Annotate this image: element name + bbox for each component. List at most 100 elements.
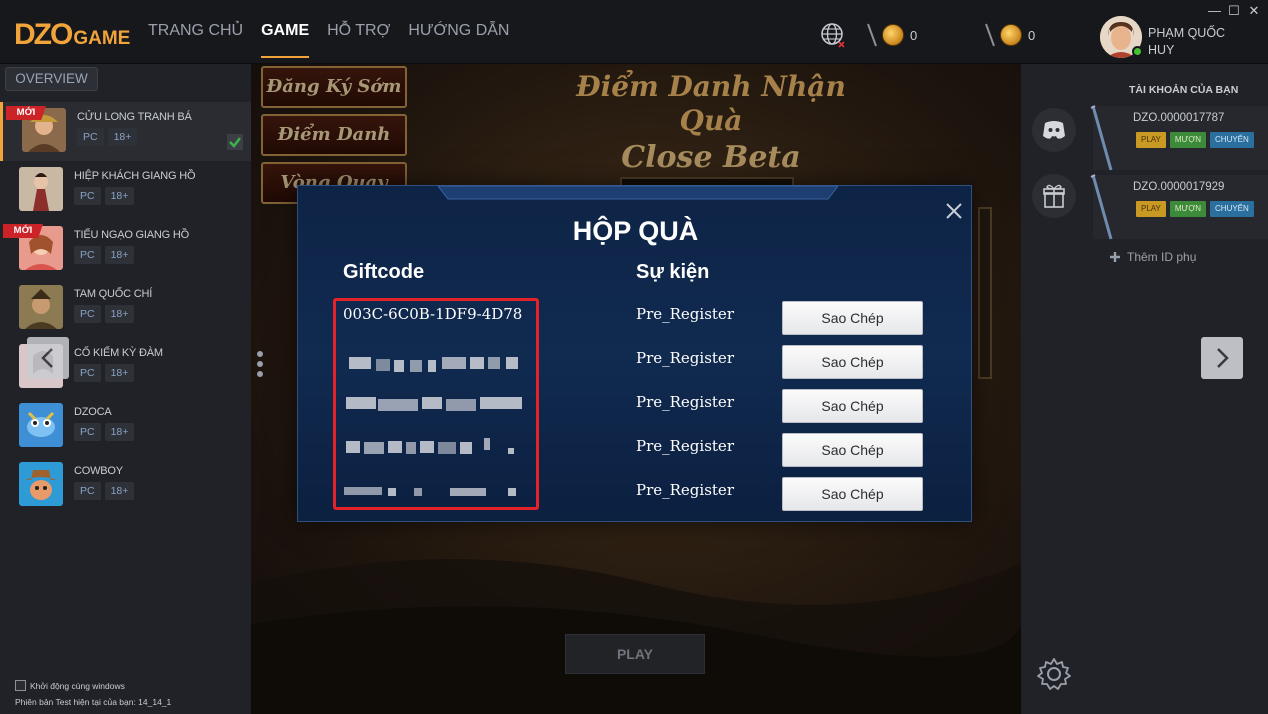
giftcode-column-header: Giftcode <box>343 261 425 283</box>
game-item-hiep-khach-giang-ho[interactable]: HIỆP KHÁCH GIANG HỒ PC 18+ <box>0 161 251 220</box>
game-tags: PC 18+ <box>77 128 138 146</box>
platform-tag: PC <box>74 423 101 441</box>
nav-guide[interactable]: HƯỚNG DẪN <box>408 22 509 50</box>
platform-tag: PC <box>77 128 104 146</box>
account-transfer-button[interactable]: CHUYỂN <box>1210 132 1254 148</box>
coin-value: 0 <box>910 27 918 43</box>
platform-tag: PC <box>74 246 101 264</box>
age-tag: 18+ <box>104 423 135 441</box>
game-tags: PC 18+ <box>74 246 135 264</box>
language-globe-icon[interactable] <box>820 22 846 48</box>
age-tag: 18+ <box>104 305 135 323</box>
age-tag: 18+ <box>107 128 138 146</box>
platform-tag: PC <box>74 187 101 205</box>
installed-check-icon <box>227 134 243 150</box>
more-options-icon[interactable] <box>256 350 264 378</box>
account-transfer-button[interactable]: CHUYỂN <box>1210 201 1254 217</box>
dzogame-logo[interactable]: DZO GAME <box>14 14 130 50</box>
carousel-next-button[interactable] <box>1201 337 1243 379</box>
game-name: HIỆP KHÁCH GIANG HỒ <box>74 170 196 182</box>
game-name: CỬU LONG TRANH BÁ <box>77 111 192 123</box>
plus-icon <box>1110 252 1120 262</box>
game-name: CỔ KIẾM KỲ ĐÀM <box>74 347 163 359</box>
account-id: DZO.0000017787 <box>1133 112 1225 124</box>
giftcode-row[interactable]: 003C-6C0B-1DF9-4D78 <box>343 305 522 325</box>
main-nav: TRANG CHỦ GAME HỖ TRỢ HƯỚNG DẪN <box>148 22 509 58</box>
nav-home[interactable]: TRANG CHỦ <box>148 22 243 50</box>
gift-box-modal: HỘP QUÀ Giftcode Sự kiện 003C-6C0B-1DF9-… <box>297 185 972 522</box>
game-item-dzoca[interactable]: DZOCA PC 18+ <box>0 397 251 456</box>
coin-value: 0 <box>1028 27 1036 43</box>
modal-top-decoration <box>438 185 838 200</box>
copy-button[interactable]: Sao Chép <box>782 477 923 511</box>
account-panel: TÀI KHOẢN CỦA BẠN DZO.0000017787 PLAY MƯ… <box>1021 64 1268 714</box>
logo-main-text: DZO <box>14 18 73 51</box>
logo-sub-text: GAME <box>73 28 131 49</box>
game-item-cuu-long-tranh-ba[interactable]: MỚI CỬU LONG TRANH BÁ PC 18+ <box>0 102 251 161</box>
game-art-icon <box>19 462 63 506</box>
game-sidebar: OVERVIEW MỚI CỬU LONG TRANH BÁ PC 18+ HI… <box>0 64 251 714</box>
nav-support[interactable]: HỖ TRỢ <box>327 22 390 50</box>
game-tags: PC 18+ <box>74 364 135 382</box>
slash-decoration-icon <box>867 23 877 47</box>
game-name: COWBOY <box>74 465 123 477</box>
gift-icon <box>1043 184 1065 208</box>
launcher-window: DZO GAME TRANG CHỦ GAME HỖ TRỢ HƯỚNG DẪN… <box>0 0 1268 714</box>
slash-decoration-icon <box>985 23 995 47</box>
minimize-icon[interactable]: — <box>1208 4 1221 18</box>
nav-game[interactable]: GAME <box>261 22 310 58</box>
age-tag: 18+ <box>104 246 135 264</box>
account-card-1[interactable]: DZO.0000017787 PLAY MƯỢN CHUYỂN <box>1090 105 1268 171</box>
game-tags: PC 18+ <box>74 423 135 441</box>
chevron-right-icon <box>1217 348 1229 368</box>
game-thumbnail <box>19 167 63 211</box>
discord-button[interactable] <box>1032 108 1076 152</box>
game-item-cowboy[interactable]: COWBOY PC 18+ <box>0 456 251 515</box>
account-borrow-button[interactable]: MƯỢN <box>1169 132 1207 148</box>
new-badge: MỚI <box>6 106 46 120</box>
overview-button[interactable]: OVERVIEW <box>5 67 98 91</box>
top-bar: DZO GAME TRANG CHỦ GAME HỖ TRỢ HƯỚNG DẪN… <box>0 0 1268 64</box>
copy-button[interactable]: Sao Chép <box>782 301 923 335</box>
coin-icon <box>882 24 904 46</box>
account-actions: PLAY MƯỢN CHUYỂN <box>1136 201 1254 217</box>
platform-tag: PC <box>74 364 101 382</box>
maximize-icon[interactable]: ☐ <box>1228 4 1240 18</box>
game-name: DZOCA <box>74 406 112 418</box>
chevron-left-icon <box>41 348 53 368</box>
event-name: Pre_Register <box>636 349 734 367</box>
play-button[interactable]: PLAY <box>565 634 705 674</box>
copy-button[interactable]: Sao Chép <box>782 389 923 423</box>
coin-icon <box>1000 24 1022 46</box>
game-thumbnail <box>19 403 63 447</box>
settings-gear-icon[interactable] <box>1036 656 1072 692</box>
copy-button[interactable]: Sao Chép <box>782 345 923 379</box>
game-art-icon <box>19 285 63 329</box>
startup-checkbox[interactable] <box>15 680 26 691</box>
add-sub-account[interactable]: Thêm ID phụ <box>1109 250 1196 264</box>
card-edge-decoration <box>1090 105 1113 171</box>
game-list: MỚI CỬU LONG TRANH BÁ PC 18+ HIỆP KHÁCH … <box>0 102 251 515</box>
card-edge-decoration <box>1090 174 1113 240</box>
game-item-tam-quoc-chi[interactable]: TAM QUỐC CHÍ PC 18+ <box>0 279 251 338</box>
gift-button[interactable] <box>1032 174 1076 218</box>
account-borrow-button[interactable]: MƯỢN <box>1169 201 1207 217</box>
account-actions: PLAY MƯỢN CHUYỂN <box>1136 132 1254 148</box>
carousel-prev-button[interactable] <box>27 337 69 379</box>
age-tag: 18+ <box>104 364 135 382</box>
account-play-button[interactable]: PLAY <box>1136 132 1166 148</box>
platform-tag: PC <box>74 305 101 323</box>
close-window-icon[interactable]: ✕ <box>1248 4 1260 18</box>
event-name: Pre_Register <box>636 305 734 323</box>
game-thumbnail <box>19 285 63 329</box>
account-id: DZO.0000017929 <box>1133 181 1225 193</box>
coin-balance-1: 0 <box>866 22 917 48</box>
sidebar-footer: Khởi động cùng windows Phiên bản Test hi… <box>15 680 171 707</box>
startup-option[interactable]: Khởi động cùng windows <box>15 680 125 691</box>
startup-label: Khởi động cùng windows <box>30 680 125 691</box>
account-card-2[interactable]: DZO.0000017929 PLAY MƯỢN CHUYỂN <box>1090 174 1268 240</box>
user-name[interactable]: PHẠM QUỐC HUY <box>1148 25 1244 59</box>
account-play-button[interactable]: PLAY <box>1136 201 1166 217</box>
copy-button[interactable]: Sao Chép <box>782 433 923 467</box>
game-item-tieu-ngao-giang-ho[interactable]: MỚI TIẾU NGẠO GIANG HỒ PC 18+ <box>0 220 251 279</box>
